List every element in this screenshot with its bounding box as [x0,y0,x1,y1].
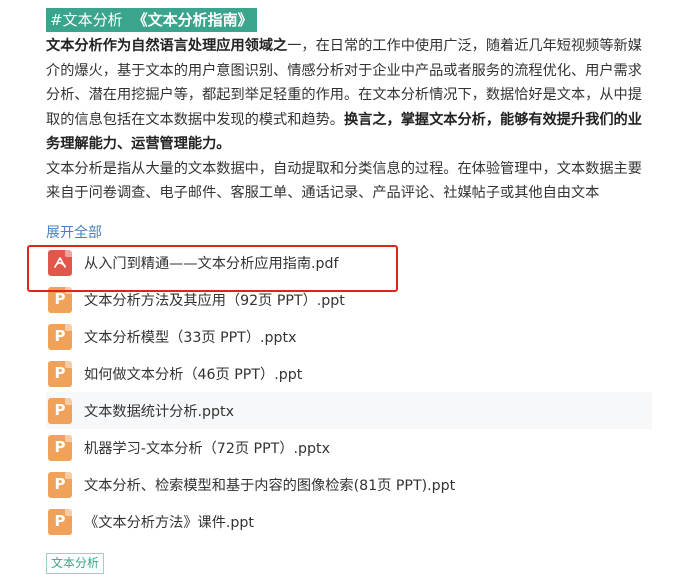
file-name[interactable]: 文本分析模型（33页 PPT）.pptx [84,327,297,347]
ppt-file-icon: P [48,286,72,313]
article-paragraph-1: 文本分析作为自然语言处理应用领域之一，在日常的工作中使用广泛，随着近几年短视频等… [46,34,652,157]
file-item-ppt[interactable]: P 如何做文本分析（46页 PPT）.ppt [46,355,652,392]
article-bold-lead: 文本分析作为自然语言处理应用领域之 [46,38,288,54]
book-title[interactable]: 《文本分析指南》 [133,11,253,29]
file-item-pdf[interactable]: 从入门到精通——文本分析应用指南.pdf [46,244,652,281]
file-name[interactable]: 如何做文本分析（46页 PPT）.ppt [84,364,302,384]
topic-title-bar[interactable]: #文本分析 《文本分析指南》 [46,8,257,32]
file-name[interactable]: 《文本分析方法》课件.ppt [84,512,254,532]
ppt-file-icon: P [48,360,72,387]
topic-tag[interactable]: #文本分析 [50,11,123,29]
article-body: 文本分析作为自然语言处理应用领域之一，在日常的工作中使用广泛，随着近几年短视频等… [46,34,652,206]
pdf-file-icon [48,249,72,276]
ppt-file-icon: P [48,471,72,498]
ppt-file-icon: P [48,508,72,535]
file-name[interactable]: 文本数据统计分析.pptx [84,401,234,421]
file-item-ppt[interactable]: P 文本分析、检索模型和基于内容的图像检索(81页 PPT).ppt [46,466,652,503]
file-item-ppt[interactable]: P 文本分析模型（33页 PPT）.pptx [46,318,652,355]
file-item-ppt[interactable]: P 《文本分析方法》课件.ppt [46,503,652,540]
file-item-ppt[interactable]: P 文本数据统计分析.pptx [46,392,652,429]
article-paragraph-2: 文本分析是指从大量的文本数据中，自动提取和分类信息的过程。在体验管理中，文本数据… [46,160,642,202]
expand-all-link[interactable]: 展开全部 [46,223,102,243]
ppt-file-icon: P [48,434,72,461]
file-name[interactable]: 从入门到精通——文本分析应用指南.pdf [84,253,339,273]
file-name[interactable]: 文本分析方法及其应用（92页 PPT）.ppt [84,290,345,310]
file-name[interactable]: 文本分析、检索模型和基于内容的图像检索(81页 PPT).ppt [84,475,455,495]
file-name[interactable]: 机器学习-文本分析（72页 PPT）.pptx [84,438,330,458]
file-item-ppt[interactable]: P 机器学习-文本分析（72页 PPT）.pptx [46,429,652,466]
file-item-ppt[interactable]: P 文本分析方法及其应用（92页 PPT）.ppt [46,281,652,318]
attachment-list: 从入门到精通——文本分析应用指南.pdf P 文本分析方法及其应用（92页 PP… [46,244,652,540]
ppt-file-icon: P [48,323,72,350]
ppt-file-icon: P [48,397,72,424]
tag-chip[interactable]: 文本分析 [46,553,105,574]
